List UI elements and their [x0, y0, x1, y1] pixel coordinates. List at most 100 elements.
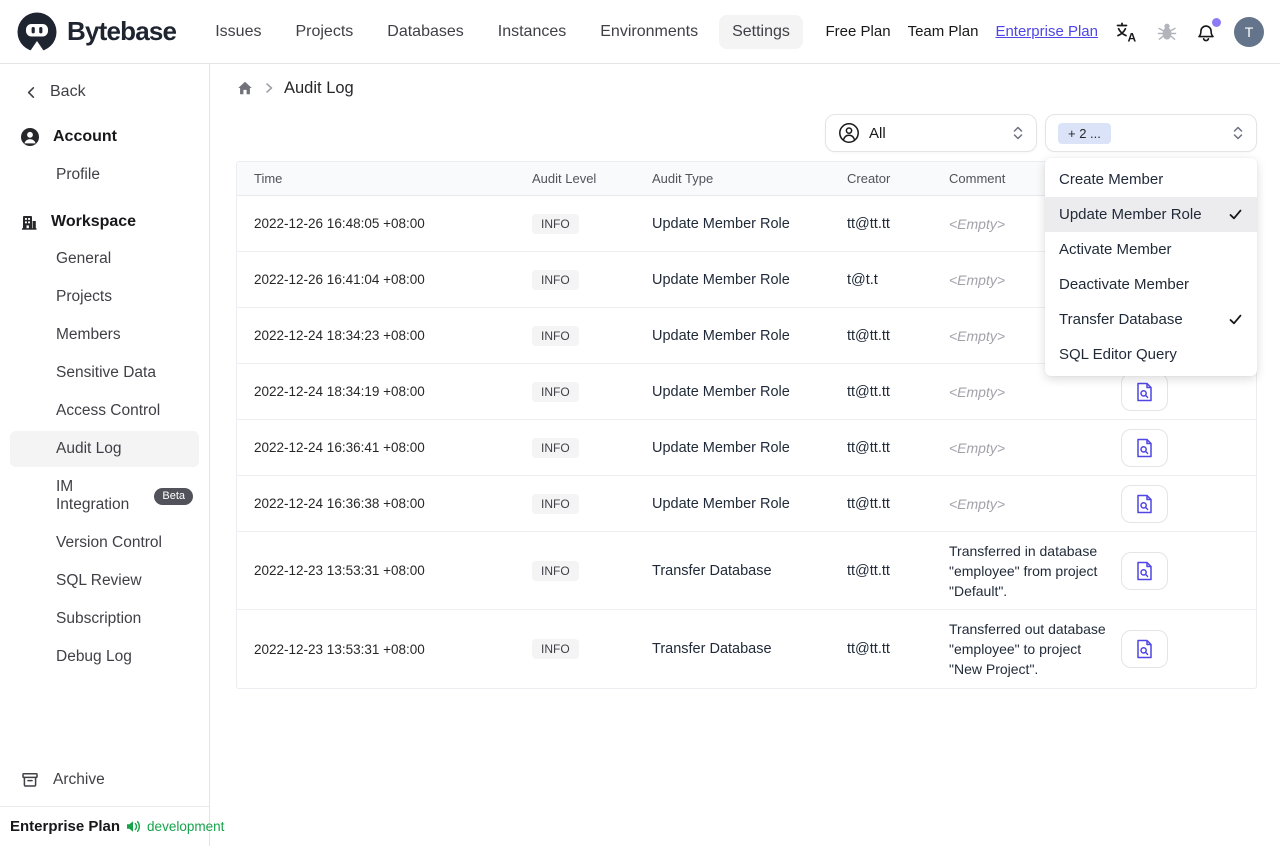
- chevron-updown-icon: [1012, 125, 1024, 141]
- bytebase-logo-icon: [16, 11, 58, 53]
- check-icon: [1228, 207, 1243, 222]
- menu-item-transfer-database[interactable]: Transfer Database: [1045, 302, 1257, 337]
- nav-item-issues[interactable]: Issues: [202, 15, 274, 49]
- col-header-creator: Creator: [847, 171, 891, 186]
- document-search-icon: [1137, 382, 1152, 401]
- enterprise-plan-link[interactable]: Enterprise Plan: [995, 23, 1098, 40]
- cell-creator: tt@tt.tt: [847, 562, 890, 579]
- cell-audit-type: Update Member Role: [652, 215, 790, 232]
- view-detail-button[interactable]: [1121, 372, 1168, 411]
- cell-audit-type: Update Member Role: [652, 495, 790, 512]
- col-header-audit-level: Audit Level: [532, 171, 597, 186]
- menu-item-deactivate-member[interactable]: Deactivate Member: [1045, 267, 1257, 302]
- view-detail-button[interactable]: [1121, 630, 1168, 668]
- cell-time: 2022-12-24 18:34:19 +08:00: [254, 384, 425, 399]
- cell-time: 2022-12-24 18:34:23 +08:00: [254, 328, 425, 343]
- level-badge: INFO: [532, 213, 579, 234]
- view-detail-button[interactable]: [1121, 484, 1168, 523]
- audit-type-filter-value: + 2 ...: [1058, 122, 1111, 144]
- team-plan-label[interactable]: Team Plan: [908, 23, 979, 40]
- cell-creator: t@t.t: [847, 271, 878, 288]
- sidebar-item-profile[interactable]: Profile: [10, 157, 199, 193]
- document-search-icon: [1137, 639, 1152, 659]
- level-badge: INFO: [532, 269, 579, 290]
- table-row: 2022-12-23 13:53:31 +08:00 INFO Transfer…: [237, 610, 1256, 688]
- cell-creator: tt@tt.tt: [847, 439, 890, 456]
- sidebar-item-members[interactable]: Members: [10, 317, 199, 353]
- nav-item-databases[interactable]: Databases: [374, 15, 477, 49]
- nav-right: Free Plan Team Plan Enterprise Plan A T: [826, 16, 1264, 47]
- sidebar-item-version-control[interactable]: Version Control: [10, 525, 199, 561]
- creator-filter-select[interactable]: All: [825, 114, 1037, 152]
- cell-comment: Transferred out database "employee" to p…: [949, 621, 1106, 677]
- home-icon[interactable]: [236, 79, 254, 97]
- menu-item-sql-editor-query[interactable]: SQL Editor Query: [1045, 337, 1257, 372]
- nav-item-environments[interactable]: Environments: [587, 15, 711, 49]
- cell-audit-type: Transfer Database: [652, 641, 772, 657]
- filter-bar: All + 2 ...: [236, 114, 1257, 152]
- avatar[interactable]: T: [1234, 16, 1264, 47]
- level-badge: INFO: [532, 560, 579, 581]
- sidebar-item-sensitive-data[interactable]: Sensitive Data: [10, 355, 199, 391]
- beta-badge: Beta: [154, 487, 193, 505]
- cell-creator: tt@tt.tt: [847, 215, 890, 232]
- user-circle-outline-icon: [838, 122, 860, 144]
- back-label: Back: [50, 83, 86, 100]
- bell-icon[interactable]: [1195, 17, 1221, 43]
- view-detail-button[interactable]: [1121, 551, 1168, 590]
- table-row: 2022-12-24 16:36:41 +08:00 INFO Update M…: [237, 420, 1256, 476]
- cell-time: 2022-12-24 16:36:41 +08:00: [254, 440, 425, 455]
- plan-status-bar: Enterprise Plan development: [10, 807, 224, 846]
- document-search-icon: [1137, 561, 1152, 580]
- level-badge: INFO: [532, 437, 579, 458]
- main-menu: Issues Projects Databases Instances Envi…: [202, 14, 803, 49]
- nav-item-settings[interactable]: Settings: [719, 14, 803, 49]
- back-button[interactable]: Back: [10, 76, 199, 108]
- sidebar: Back Account Profile Workspace General P…: [0, 64, 224, 846]
- creator-filter-value: All: [869, 124, 886, 142]
- table-row: 2022-12-23 13:53:31 +08:00 INFO Transfer…: [237, 532, 1256, 610]
- sidebar-item-archive[interactable]: Archive: [10, 760, 199, 800]
- free-plan-label[interactable]: Free Plan: [826, 23, 891, 40]
- page-title: Audit Log: [284, 78, 354, 97]
- sidebar-item-projects[interactable]: Projects: [10, 279, 199, 315]
- archive-icon: [20, 770, 40, 790]
- level-badge: INFO: [532, 639, 579, 659]
- menu-item-update-member-role[interactable]: Update Member Role: [1045, 197, 1257, 232]
- cell-comment: <Empty>: [949, 383, 1006, 400]
- breadcrumb-chevron-icon: [264, 82, 274, 94]
- sidebar-item-debug-log[interactable]: Debug Log: [10, 639, 199, 675]
- menu-item-activate-member[interactable]: Activate Member: [1045, 232, 1257, 267]
- sidebar-item-general[interactable]: General: [10, 241, 199, 277]
- bug-icon[interactable]: [1156, 22, 1178, 42]
- nav-item-projects[interactable]: Projects: [282, 15, 366, 49]
- cell-comment: <Empty>: [949, 495, 1006, 512]
- chevron-updown-icon: [1232, 125, 1244, 141]
- cell-time: 2022-12-26 16:41:04 +08:00: [254, 272, 425, 287]
- cell-creator: tt@tt.tt: [847, 383, 890, 400]
- sidebar-item-subscription[interactable]: Subscription: [10, 601, 199, 637]
- cell-creator: tt@tt.tt: [847, 327, 890, 344]
- translate-icon[interactable]: A: [1115, 21, 1139, 43]
- sidebar-item-access-control[interactable]: Access Control: [10, 393, 199, 429]
- chevron-left-icon: [24, 85, 39, 100]
- level-badge: INFO: [532, 493, 579, 514]
- cell-time: 2022-12-23 13:53:31 +08:00: [254, 641, 425, 657]
- sidebar-item-im-integration[interactable]: IM Integration Beta: [10, 469, 199, 523]
- menu-item-create-member[interactable]: Create Member: [1045, 162, 1257, 197]
- cell-time: 2022-12-23 13:53:31 +08:00: [254, 563, 425, 578]
- sidebar-item-sql-review[interactable]: SQL Review: [10, 563, 199, 599]
- brand-name: Bytebase: [67, 16, 177, 46]
- user-circle-icon: [20, 127, 40, 147]
- cell-audit-type: Update Member Role: [652, 271, 790, 288]
- audit-type-filter-select[interactable]: + 2 ...: [1045, 114, 1257, 152]
- cell-audit-type: Update Member Role: [652, 383, 790, 400]
- view-detail-button[interactable]: [1121, 428, 1168, 467]
- building-icon: [20, 213, 38, 231]
- bytebase-logo[interactable]: Bytebase: [16, 11, 177, 53]
- nav-item-instances[interactable]: Instances: [485, 15, 579, 49]
- sidebar-item-audit-log[interactable]: Audit Log: [10, 431, 199, 467]
- col-header-audit-type: Audit Type: [652, 171, 714, 186]
- sidebar-section-workspace: Workspace: [10, 204, 199, 240]
- cell-audit-type: Update Member Role: [652, 439, 790, 456]
